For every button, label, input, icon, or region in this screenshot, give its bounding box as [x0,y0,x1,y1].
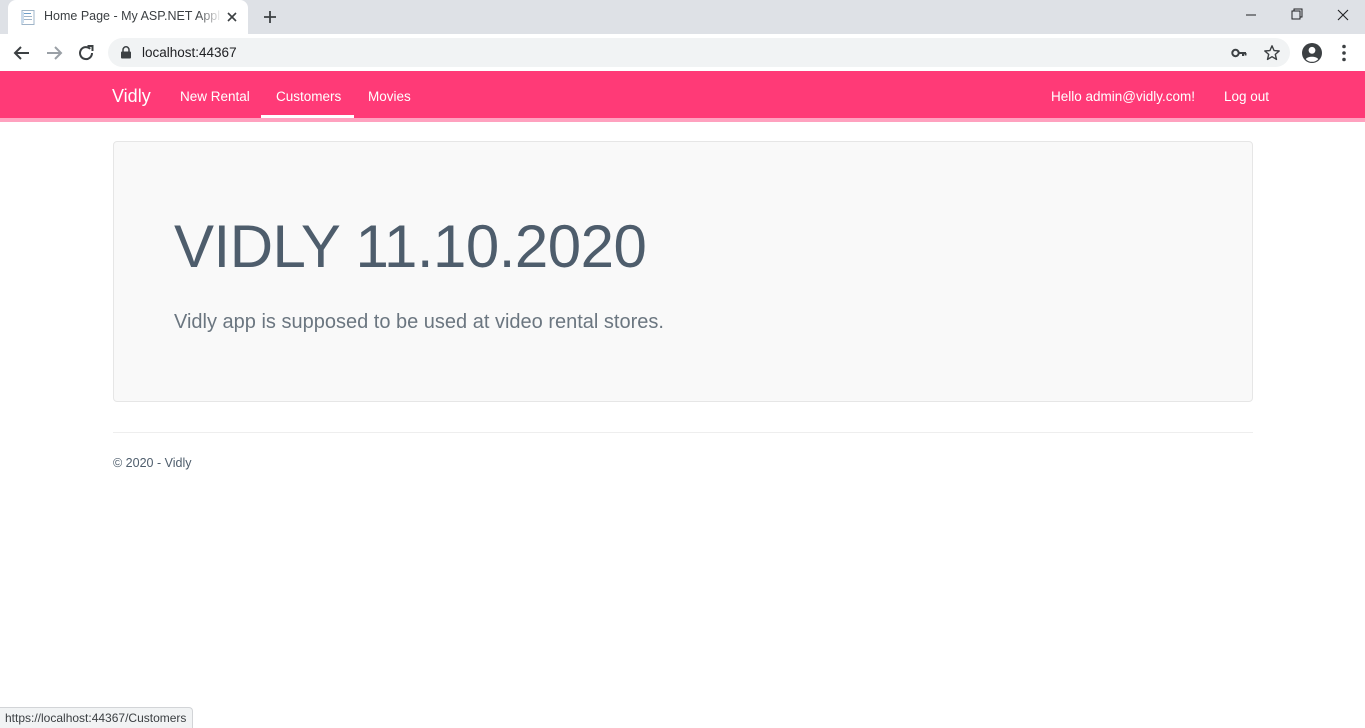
window-close-icon[interactable] [1320,0,1365,30]
active-nav-indicator [261,115,354,118]
new-tab-icon[interactable] [259,6,281,28]
address-bar[interactable]: localhost:44367 [108,38,1290,67]
tab-title: Home Page - My ASP.NET Application [44,9,220,23]
jumbotron: VIDLY 11.10.2020 Vidly app is supposed t… [113,141,1253,402]
user-greeting-link[interactable]: Hello admin@vidly.com! [1051,89,1195,104]
status-bar-url: https://localhost:44367/Customers [0,707,194,728]
reload-icon[interactable] [74,41,98,65]
site-navbar: Vidly New Rental Customers Movies Hello … [0,71,1365,122]
close-icon[interactable] [224,9,240,25]
back-arrow-icon[interactable] [10,41,34,65]
tab-title-fade [198,6,222,28]
lock-icon[interactable] [120,46,132,59]
footer-divider [113,432,1253,433]
bookmark-star-icon[interactable] [1263,44,1281,62]
url-text[interactable]: localhost:44367 [142,45,237,60]
minimize-icon[interactable] [1228,0,1274,30]
forward-arrow-icon[interactable] [42,41,66,65]
nav-link-movies[interactable]: Movies [368,89,411,104]
footer-copyright: © 2020 - Vidly [113,456,192,470]
brand-link[interactable]: Vidly [112,86,151,107]
nav-link-customers[interactable]: Customers [276,89,341,104]
page-title: VIDLY 11.10.2020 [174,213,647,280]
lead-text: Vidly app is supposed to be used at vide… [174,311,664,333]
kebab-menu-icon[interactable] [1332,41,1356,65]
document-icon [21,10,35,25]
browser-tab-strip: Home Page - My ASP.NET Application [0,0,1365,34]
restore-icon[interactable] [1274,0,1320,30]
browser-toolbar: localhost:44367 [0,34,1365,71]
logout-link[interactable]: Log out [1224,89,1269,104]
key-icon[interactable] [1230,44,1248,62]
profile-avatar-icon[interactable] [1300,41,1324,65]
nav-link-new-rental[interactable]: New Rental [180,89,250,104]
browser-tab[interactable]: Home Page - My ASP.NET Application [8,0,248,34]
